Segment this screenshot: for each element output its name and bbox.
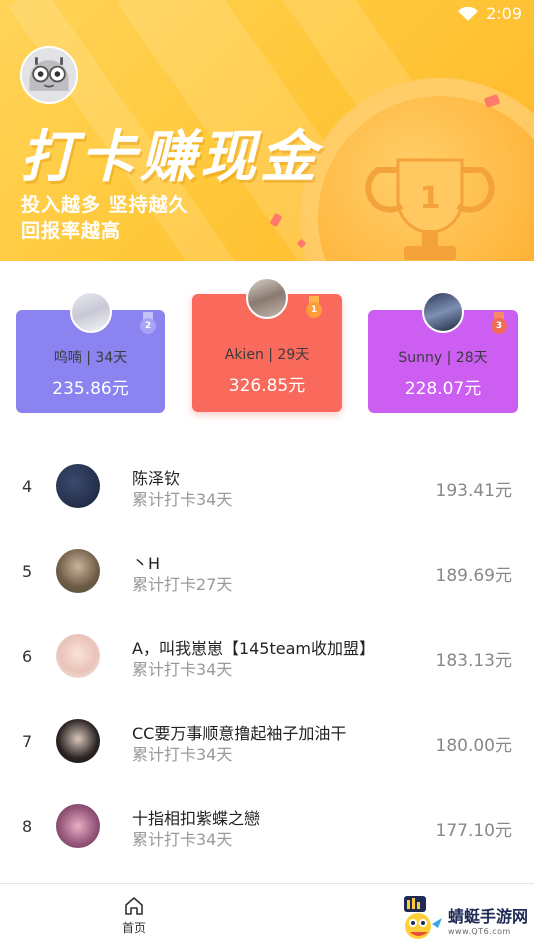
- watermark-title: 蜻蜓手游网: [447, 906, 528, 926]
- list-item[interactable]: 5 丶H 累计打卡27天 189.69元: [0, 528, 534, 613]
- earnings-amount: 189.69元: [435, 566, 512, 586]
- podium-avatar[interactable]: [70, 291, 112, 333]
- watermark-logo: 蜻蜓手游网 www.QT6.com: [398, 894, 528, 944]
- rank-number: 4: [22, 477, 33, 496]
- podium-amount: 228.07元: [404, 379, 482, 399]
- rank-number: 8: [22, 817, 33, 836]
- earnings-amount: 183.13元: [435, 651, 512, 671]
- podium-avatar[interactable]: [422, 291, 464, 333]
- nav-home-tab[interactable]: 首页: [113, 895, 155, 936]
- list-item[interactable]: 7 CC要万事顺意撸起袖子加油干 累计打卡34天 180.00元: [0, 698, 534, 783]
- podium-amount: 235.86元: [52, 379, 129, 399]
- medal-icon: 2: [140, 312, 156, 334]
- earnings-amount: 177.10元: [435, 821, 512, 841]
- rank-number: 6: [22, 647, 33, 666]
- checkin-days: 累计打卡34天: [132, 490, 233, 509]
- podium-name: Sunny | 28天: [398, 350, 488, 366]
- list-item[interactable]: 6 A，叫我崽崽【145team收加盟】 累计打卡34天 183.13元: [0, 613, 534, 698]
- banner-headline: 打卡赚现金: [20, 125, 320, 190]
- nav-home-label: 首页: [121, 921, 146, 935]
- checkin-days: 累计打卡27天: [132, 575, 233, 594]
- svg-text:1: 1: [420, 181, 441, 216]
- earnings-amount: 193.41元: [435, 481, 512, 501]
- medal-icon: 3: [491, 312, 507, 334]
- podium-name: Akien | 29天: [224, 347, 310, 363]
- avatar[interactable]: [56, 804, 100, 848]
- list-item[interactable]: 4 陈泽钦 累计打卡34天 193.41元: [0, 443, 534, 528]
- rank-number: 7: [22, 732, 33, 751]
- checkin-days: 累计打卡34天: [132, 830, 233, 849]
- bottom-nav: 首页 蜻蜓手游网 www.QT6.com: [0, 883, 534, 949]
- status-time: 2:09: [486, 4, 522, 23]
- avatar[interactable]: [56, 549, 100, 593]
- avatar[interactable]: [56, 464, 100, 508]
- banner-subtitle-1: 投入越多 坚持越久: [21, 194, 189, 216]
- banner-subtitle-2: 回报率越高: [21, 220, 122, 242]
- podium-avatar[interactable]: [246, 277, 288, 319]
- top-three-podium: 呜喃 | 34天 235.86元 Akien | 29天 326.85元 Sun…: [0, 261, 534, 431]
- checkin-days: 累计打卡34天: [132, 660, 233, 679]
- podium-name: 呜喃 | 34天: [53, 350, 128, 366]
- list-item[interactable]: 8 十指相扣紫蝶之戀 累计打卡34天 177.10元: [0, 783, 534, 868]
- watermark-url: www.QT6.com: [447, 926, 511, 936]
- checkin-days: 累计打卡34天: [132, 745, 233, 764]
- robot-avatar-icon: [22, 48, 76, 102]
- dragonfly-logo-icon: [403, 896, 442, 939]
- wifi-icon: [458, 6, 479, 21]
- home-icon: [125, 897, 143, 915]
- podium-amount: 326.85元: [228, 376, 306, 396]
- avatar[interactable]: [56, 634, 100, 678]
- avatar[interactable]: [56, 719, 100, 763]
- earnings-amount: 180.00元: [435, 736, 512, 756]
- status-bar: 2:09: [458, 4, 522, 23]
- promo-banner: 1 2:09 打卡赚现金 投入越多 坚持越久 回报率越高: [0, 0, 534, 261]
- medal-icon: 1: [306, 296, 322, 318]
- user-avatar[interactable]: [20, 46, 78, 104]
- trophy-icon: 1: [365, 158, 495, 260]
- rank-number: 5: [22, 562, 33, 581]
- ranking-list: 4 陈泽钦 累计打卡34天 193.41元 5 丶H 累计打卡27天 189.6…: [0, 443, 534, 868]
